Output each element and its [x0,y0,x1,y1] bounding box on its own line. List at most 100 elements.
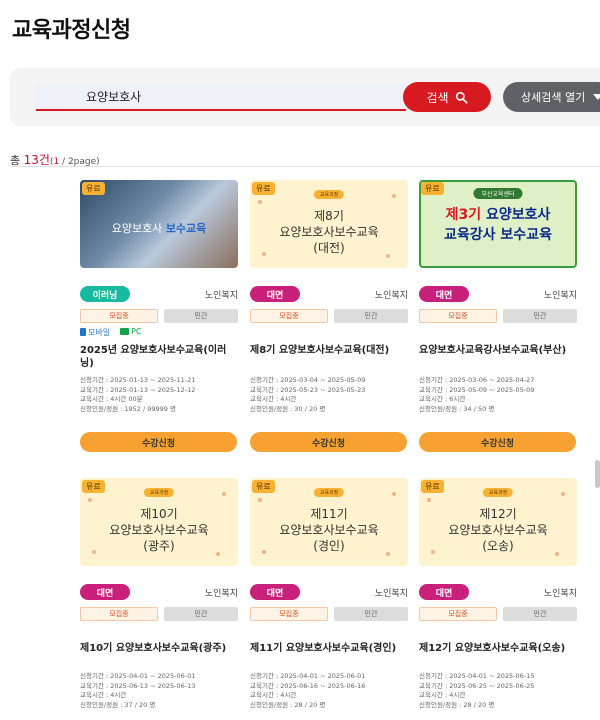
mode-badge: 대면 [250,584,300,600]
thumbnail-badge: 교육과정 [482,488,514,497]
search-input[interactable] [36,83,406,111]
thumbnail-line: 제12기 [479,507,517,521]
apply-period: 신청기간 : 2025-03-06 ~ 2025-04-27 [419,376,535,384]
course-period: 교육기간 : 2025-01-13 ~ 2025-12-12 [80,385,196,394]
paid-badge: 유료 [421,480,444,493]
paid-badge: 유료 [421,182,444,195]
pc-support: PC [120,327,142,338]
thumbnail-line: (광주) [143,539,175,553]
mode-badge: 대면 [80,584,130,600]
search-button-label: 검색 [426,90,449,105]
paid-badge: 유료 [82,480,105,493]
course-info: 신청기간 : 2025-03-06 ~ 2025-04-27 교육기간 : 20… [419,376,579,414]
course-title[interactable]: 제12기 요양보호사보수교육(오송) [419,642,579,655]
mode-badge: 대면 [419,584,469,600]
category-label: 노인복지 [543,291,577,301]
thumbnail-line: 요양보호사보수교육 [279,225,379,239]
enrollment: 신청인원/정원 : 28 / 20 명 [250,700,326,709]
course-hours: 교육시간 : 4시간 [250,395,297,403]
apply-period: 신청기간 : 2025-04-01 ~ 2025-06-01 [250,672,366,680]
status-badge: 모집중 [419,607,497,621]
thumbnail-line: 요양보호사보수교육 [109,523,209,537]
apply-button[interactable]: 수강신청 [250,432,407,452]
course-title[interactable]: 요양보호사교육강사보수교육(부산) [419,344,579,357]
mode-badge: 대면 [250,286,300,302]
category-label: 노인복지 [374,291,408,301]
course-info: 신청기간 : 2025-04-01 ~ 2025-06-01 교육기간 : 20… [80,672,240,710]
enrollment: 신청인원/정원 : 30 / 20 명 [250,404,326,413]
chevron-down-icon [593,94,600,100]
course-hours: 교육시간 : 4시간 00분 [80,395,143,403]
page-title: 교육과정신청 [12,18,131,43]
category-label: 노인복지 [204,589,238,599]
type-badge: 민간 [334,607,408,621]
apply-button[interactable]: 수강신청 [80,432,237,452]
thumbnail-line: 제3기 요양보호사 [421,204,575,224]
category-label: 노인복지 [374,589,408,599]
thumbnail-badge: 교육과정 [313,190,345,199]
course-hours: 교육시간 : 4시간 [250,691,297,699]
course-title[interactable]: 제11기 요양보호사보수교육(경인) [250,642,410,655]
result-total: 13건 [23,153,50,167]
course-hours: 교육시간 : 6시간 [419,395,466,403]
thumbnail-number: 제3기 [445,207,482,223]
monitor-icon [120,328,130,335]
thumbnail-line: 요양보호사보수교육 [279,523,379,537]
status-badge: 모집중 [250,309,328,323]
course-title[interactable]: 제8기 요양보호사보수교육(대전) [250,344,410,357]
apply-period: 신청기간 : 2025-01-13 ~ 2025-11-21 [80,376,196,384]
course-period: 교육기간 : 2025-06-25 ~ 2025-06-25 [419,681,535,690]
paid-badge: 유료 [252,182,275,195]
enrollment: 신청인원/정원 : 34 / 50 명 [419,404,495,413]
course-info: 신청기간 : 2025-03-04 ~ 2025-05-09 교육기간 : 20… [250,376,410,414]
course-info: 신청기간 : 2025-04-01 ~ 2025-06-01 교육기간 : 20… [250,672,410,710]
course-hours: 교육시간 : 4시간 [419,691,466,699]
mobile-label: 모바일 [88,328,111,337]
thumbnail-badge: 교육과정 [143,488,175,497]
mode-badge: 대면 [419,286,469,302]
course-hours: 교육시간 : 4시간 [80,691,127,699]
course-title[interactable]: 2025년 요양보호사보수교육(이러닝) [80,344,240,370]
type-badge: 민간 [164,309,238,323]
detail-search-toggle[interactable]: 상세검색 열기 [503,82,600,112]
thumbnail-text: 요양보호사 보수교육 [80,220,238,236]
thumbnail-text-highlight: 보수교육 [165,222,207,235]
status-badge: 모집중 [419,309,497,323]
mobile-icon [80,328,86,336]
thumbnail-text-main: 요양보호사 [481,207,551,223]
type-badge: 민간 [503,607,577,621]
status-badge: 모집중 [250,607,328,621]
scrollbar[interactable] [595,460,600,488]
search-button[interactable]: 검색 [403,82,491,112]
thumbnail-line: 제8기 [314,209,344,223]
course-period: 교육기간 : 2025-05-09 ~ 2025-05-09 [419,385,535,394]
divider [10,166,600,167]
type-badge: 민간 [164,607,238,621]
course-info: 신청기간 : 2025-04-01 ~ 2025-06-15 교육기간 : 20… [419,672,579,710]
mode-badge: 이러닝 [80,286,130,302]
status-badge: 모집중 [80,607,158,621]
course-title[interactable]: 제10기 요양보호사보수교육(광주) [80,642,240,655]
apply-period: 신청기간 : 2025-04-01 ~ 2025-06-15 [419,672,535,680]
pc-label: PC [131,327,142,336]
apply-button[interactable]: 수강신청 [419,432,576,452]
thumbnail-badge: 교육과정 [313,488,345,497]
paid-badge: 유료 [82,182,105,195]
thumbnail-line: (경인) [313,539,345,553]
course-period: 교육기간 : 2025-06-16 ~ 2025-06-16 [250,681,366,690]
category-label: 노인복지 [543,589,577,599]
thumbnail-badge: 부산교육센터 [473,188,523,199]
category-label: 노인복지 [204,291,238,301]
status-badge: 모집중 [80,309,158,323]
apply-period: 신청기간 : 2025-03-04 ~ 2025-05-09 [250,376,366,384]
paid-badge: 유료 [252,480,275,493]
course-info: 신청기간 : 2025-01-13 ~ 2025-11-21 교육기간 : 20… [80,376,240,414]
type-badge: 민간 [334,309,408,323]
thumbnail-line: 요양보호사보수교육 [448,523,548,537]
detail-search-label: 상세검색 열기 [521,91,586,104]
enrollment: 신청인원/정원 : 37 / 20 명 [80,700,156,709]
thumbnail-line: 교육강사 보수교육 [444,227,552,243]
type-badge: 민간 [503,309,577,323]
thumbnail-line: 제11기 [310,507,348,521]
search-icon [455,91,468,104]
